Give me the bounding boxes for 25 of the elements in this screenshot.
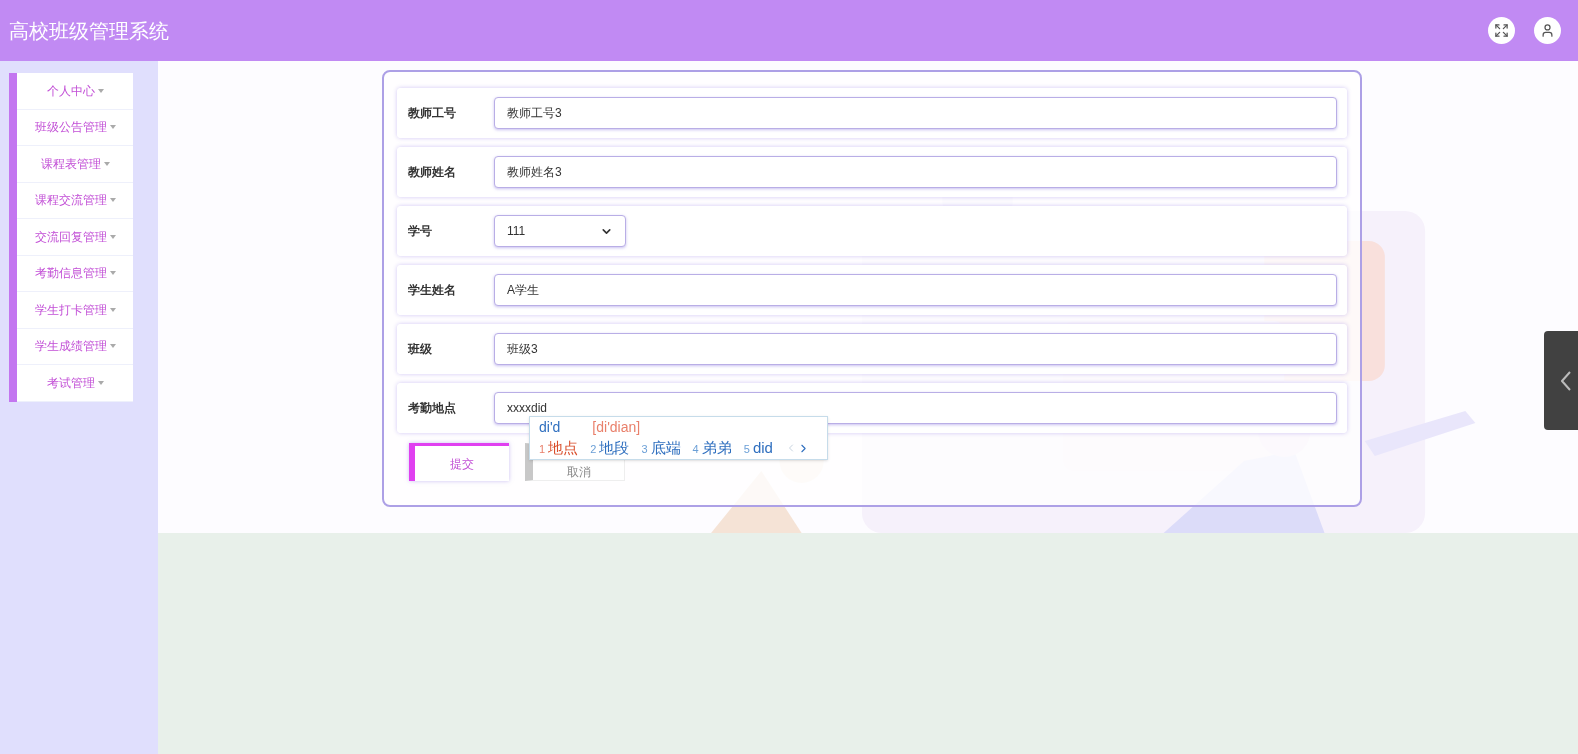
sidebar-item[interactable]: 课程交流管理: [17, 182, 133, 219]
field-label: 教师工号: [408, 105, 457, 122]
app-title: 高校班级管理系统: [9, 18, 169, 44]
select-field[interactable]: 111: [494, 215, 626, 247]
text-field[interactable]: A学生: [494, 274, 1337, 306]
submit-button[interactable]: 提交: [409, 443, 509, 481]
field-label: 教师姓名: [408, 164, 457, 181]
ime-candidate[interactable]: 4 弟弟: [692, 436, 732, 460]
sidebar-item[interactable]: 考勤信息管理: [17, 255, 133, 292]
sidebar-item[interactable]: 考试管理: [17, 365, 133, 402]
sidebar-item[interactable]: 交流回复管理: [17, 219, 133, 256]
ime-candidate[interactable]: 5 did: [743, 436, 773, 460]
text-field[interactable]: 班级3: [494, 333, 1337, 365]
field-label: 班级: [408, 341, 433, 358]
text-field[interactable]: 教师姓名3: [494, 156, 1337, 188]
sidebar-item[interactable]: 个人中心: [17, 73, 133, 110]
sidebar-item[interactable]: 班级公告管理: [17, 109, 133, 146]
text-field[interactable]: 教师工号3: [494, 97, 1337, 129]
field-label: 学生姓名: [408, 282, 457, 299]
ime-candidate[interactable]: 3 底端: [641, 436, 681, 460]
sidebar-item[interactable]: 课程表管理: [17, 146, 133, 183]
field-label: 考勤地点: [408, 400, 457, 417]
field-label: 学号: [408, 223, 433, 240]
sidebar-item[interactable]: 学生打卡管理: [17, 292, 133, 329]
sidebar-item[interactable]: 学生成绩管理: [17, 328, 133, 365]
